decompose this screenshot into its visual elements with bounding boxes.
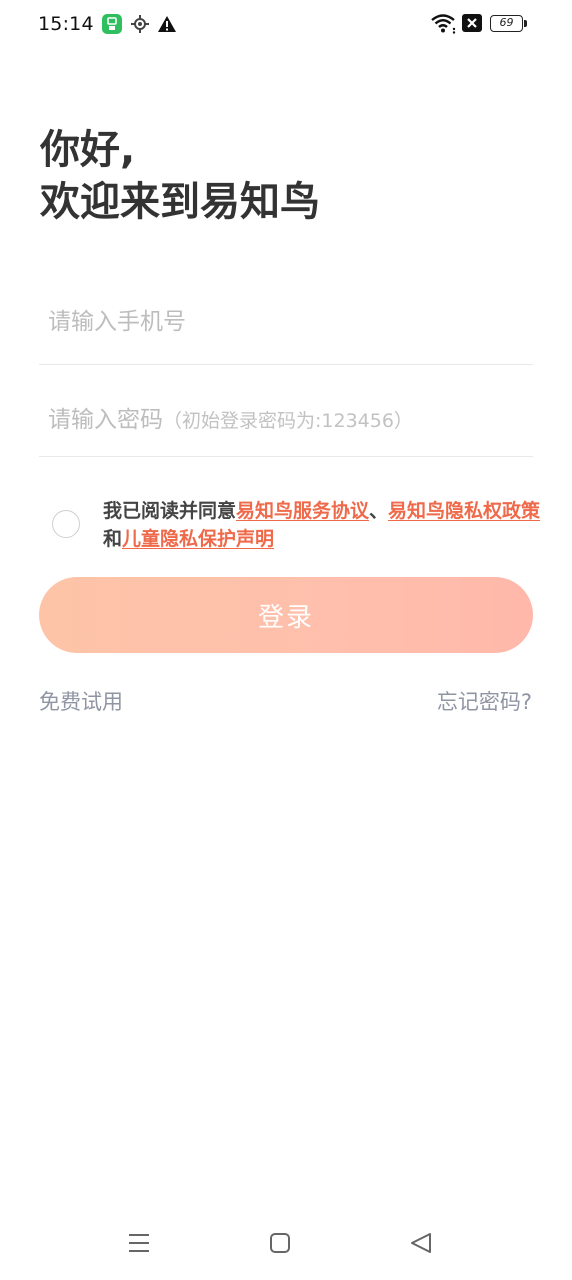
agreement-separator: 、: [369, 500, 389, 522]
phone-field: [39, 284, 533, 365]
menu-icon[interactable]: [127, 1232, 151, 1258]
warning-icon: [157, 14, 177, 38]
agreement-text: 我已阅读并同意易知鸟服务协议、易知鸟隐私权政策和儿童隐私保护声明: [103, 497, 548, 553]
home-icon[interactable]: [269, 1232, 291, 1258]
greeting-line1: 你好,: [40, 127, 136, 173]
sim-blocked-icon: [462, 14, 482, 36]
children-privacy-link[interactable]: 儿童隐私保护声明: [122, 528, 274, 550]
free-trial-link[interactable]: 免费试用: [39, 686, 123, 716]
greeting: 你好, 欢迎来到易知鸟: [40, 124, 320, 228]
password-input[interactable]: [48, 394, 533, 434]
wifi-icon: [431, 14, 457, 38]
greeting-line2: 欢迎来到易知鸟: [40, 179, 320, 225]
status-time: 15:14: [38, 13, 94, 35]
navigation-bar: [0, 1218, 572, 1268]
password-field: 请输入密码（初始登录密码为:123456）: [39, 376, 533, 457]
agreement-prefix: 我已阅读并同意: [103, 500, 237, 522]
agreement-conjunction: 和: [103, 528, 123, 550]
back-icon[interactable]: [409, 1232, 433, 1258]
battery-level: 69: [490, 15, 523, 32]
location-icon: [130, 14, 150, 38]
status-bar: 15:14 69: [0, 0, 572, 52]
login-button[interactable]: 登录: [39, 577, 533, 653]
forgot-password-link[interactable]: 忘记密码?: [437, 686, 532, 716]
phone-input[interactable]: [48, 302, 533, 342]
privacy-policy-link[interactable]: 易知鸟隐私权政策: [388, 500, 540, 522]
agreement-checkbox[interactable]: [52, 510, 80, 538]
app-notification-icon: [102, 14, 122, 38]
service-agreement-link[interactable]: 易知鸟服务协议: [236, 500, 369, 522]
